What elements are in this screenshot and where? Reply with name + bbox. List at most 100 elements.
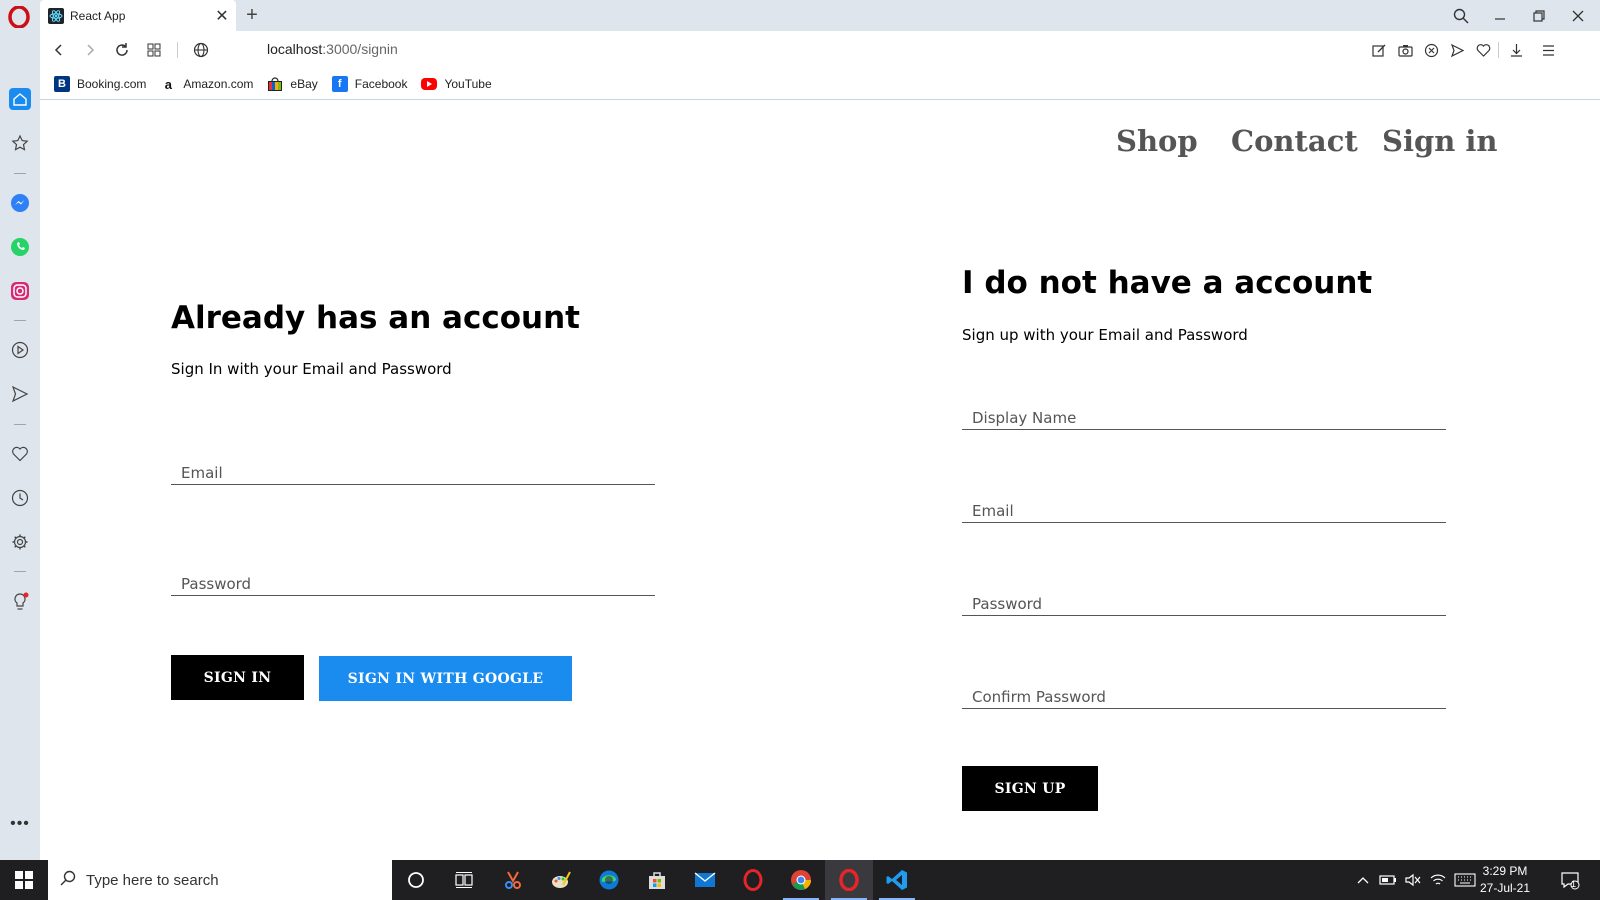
mail-icon[interactable] xyxy=(681,860,729,900)
new-tab-icon[interactable]: + xyxy=(242,4,262,27)
sidebar-divider xyxy=(14,424,26,425)
signup-password-input[interactable] xyxy=(962,592,1446,616)
react-favicon-icon xyxy=(48,7,64,24)
signup-heading: I do not have a account xyxy=(962,265,1373,301)
signup-password-field[interactable] xyxy=(962,592,1446,616)
signin-heading: Already has an account xyxy=(171,300,580,336)
sidebar-divider xyxy=(14,320,26,321)
chrome-icon[interactable] xyxy=(777,860,825,900)
tab-strip: React App ✕ + xyxy=(0,0,1600,31)
snip-sketch-icon[interactable] xyxy=(489,860,537,900)
sidebar-divider xyxy=(14,173,26,174)
clock-date: 27-Jul-21 xyxy=(1479,881,1531,895)
reload-icon[interactable] xyxy=(111,39,133,61)
download-icon[interactable] xyxy=(1507,41,1525,59)
windows-taskbar: 3:29 PM 27-Jul-21 1 xyxy=(0,860,1600,900)
opera-logo-icon[interactable] xyxy=(8,5,30,29)
nav-contact-link[interactable]: Contact xyxy=(1231,124,1358,158)
wifi-icon[interactable] xyxy=(1427,860,1449,900)
nav-shop-link[interactable]: Shop xyxy=(1116,124,1198,158)
address-divider xyxy=(177,42,178,58)
bookmark-label: Facebook xyxy=(354,77,408,91)
send-icon[interactable] xyxy=(1448,41,1466,59)
bookmarks-star-icon[interactable] xyxy=(9,132,31,154)
easy-setup-icon[interactable] xyxy=(1539,41,1557,59)
bookmark-booking[interactable]: B Booking.com xyxy=(54,76,146,92)
minimize-icon[interactable] xyxy=(1488,0,1512,31)
facebook-icon: f xyxy=(331,76,348,92)
volume-muted-icon[interactable] xyxy=(1402,860,1424,900)
browser-window: React App ✕ + localhost:3000/signin B Bo… xyxy=(0,0,1600,860)
close-window-icon[interactable] xyxy=(1566,0,1590,31)
speed-dial-home-icon[interactable] xyxy=(9,88,31,110)
url-host: localhost xyxy=(267,41,323,57)
show-hidden-icons-icon[interactable] xyxy=(1352,860,1374,900)
signin-email-input[interactable] xyxy=(171,461,655,485)
battery-icon[interactable] xyxy=(1377,860,1399,900)
player-icon[interactable] xyxy=(9,339,31,361)
signup-display-name-input[interactable] xyxy=(962,406,1446,430)
paint-icon[interactable] xyxy=(537,860,585,900)
heart-icon[interactable] xyxy=(1474,41,1492,59)
search-tabs-icon[interactable] xyxy=(1449,0,1473,31)
signup-email-input[interactable] xyxy=(962,499,1446,523)
booking-icon: B xyxy=(54,76,70,92)
snapshot-edit-icon[interactable] xyxy=(1370,41,1388,59)
opera-taskbar-icon[interactable] xyxy=(729,860,777,900)
signin-google-button[interactable]: SIGN IN WITH GOOGLE xyxy=(319,656,572,701)
tab-title: React App xyxy=(70,8,126,23)
url-path: :3000/signin xyxy=(322,41,398,57)
more-options-icon[interactable]: ••• xyxy=(9,813,31,835)
amazon-icon: a xyxy=(164,76,172,92)
signin-subtitle: Sign In with your Email and Password xyxy=(171,360,452,378)
tab-react-app[interactable]: React App ✕ xyxy=(40,0,236,31)
taskbar-clock[interactable]: 3:29 PM 27-Jul-21 xyxy=(1470,863,1540,897)
cortana-icon[interactable] xyxy=(392,860,440,900)
bookmark-label: YouTube xyxy=(444,77,492,91)
settings-gear-icon[interactable] xyxy=(9,531,31,553)
bookmark-facebook[interactable]: f Facebook xyxy=(331,76,408,92)
clock-time: 3:29 PM xyxy=(1482,864,1528,878)
tips-lightbulb-icon[interactable] xyxy=(9,591,31,613)
microsoft-store-icon[interactable] xyxy=(633,860,681,900)
signup-display-name-field[interactable] xyxy=(962,406,1446,430)
url-field[interactable]: localhost:3000/signin xyxy=(267,41,398,57)
windows-start-icon[interactable] xyxy=(0,860,48,900)
vscode-icon[interactable] xyxy=(873,860,921,900)
signup-confirm-password-input[interactable] xyxy=(962,685,1446,709)
signin-password-field[interactable] xyxy=(171,572,655,596)
restore-icon[interactable] xyxy=(1527,0,1551,31)
edge-icon[interactable] xyxy=(585,860,633,900)
signup-button[interactable]: SIGN UP xyxy=(962,766,1098,811)
signin-button[interactable]: SIGN IN xyxy=(171,655,304,700)
nav-signin-link[interactable]: Sign in xyxy=(1382,124,1498,158)
history-clock-icon[interactable] xyxy=(9,487,31,509)
task-view-icon[interactable] xyxy=(440,860,488,900)
bookmark-label: eBay xyxy=(290,77,318,91)
bookmark-youtube[interactable]: YouTube xyxy=(421,77,492,91)
signup-confirm-password-field[interactable] xyxy=(962,685,1446,709)
back-icon[interactable] xyxy=(48,39,70,61)
signin-password-input[interactable] xyxy=(171,572,655,596)
action-center-icon[interactable]: 1 xyxy=(1556,860,1584,900)
tab-close-icon[interactable]: ✕ xyxy=(208,6,236,26)
tabs-grid-icon[interactable] xyxy=(143,39,165,61)
signup-email-field[interactable] xyxy=(962,499,1446,523)
sidebar-divider xyxy=(14,571,26,572)
bookmark-ebay[interactable]: eBay xyxy=(267,76,318,92)
signup-subtitle: Sign up with your Email and Password xyxy=(962,326,1248,344)
signin-email-field[interactable] xyxy=(171,461,655,485)
forward-icon[interactable] xyxy=(79,39,101,61)
instagram-icon[interactable] xyxy=(9,280,31,302)
my-flow-icon[interactable] xyxy=(9,383,31,405)
camera-icon[interactable] xyxy=(1396,41,1414,59)
bookmark-amazon[interactable]: a Amazon.com xyxy=(160,76,254,92)
taskbar-search-input[interactable] xyxy=(86,871,366,889)
opera-active-icon[interactable] xyxy=(825,860,873,900)
adblock-icon[interactable] xyxy=(1422,41,1440,59)
messenger-icon[interactable] xyxy=(9,192,31,214)
pinboard-heart-icon[interactable] xyxy=(9,443,31,465)
whatsapp-icon[interactable] xyxy=(9,236,31,258)
globe-icon[interactable] xyxy=(190,39,212,61)
taskbar-search-box[interactable] xyxy=(48,860,392,900)
